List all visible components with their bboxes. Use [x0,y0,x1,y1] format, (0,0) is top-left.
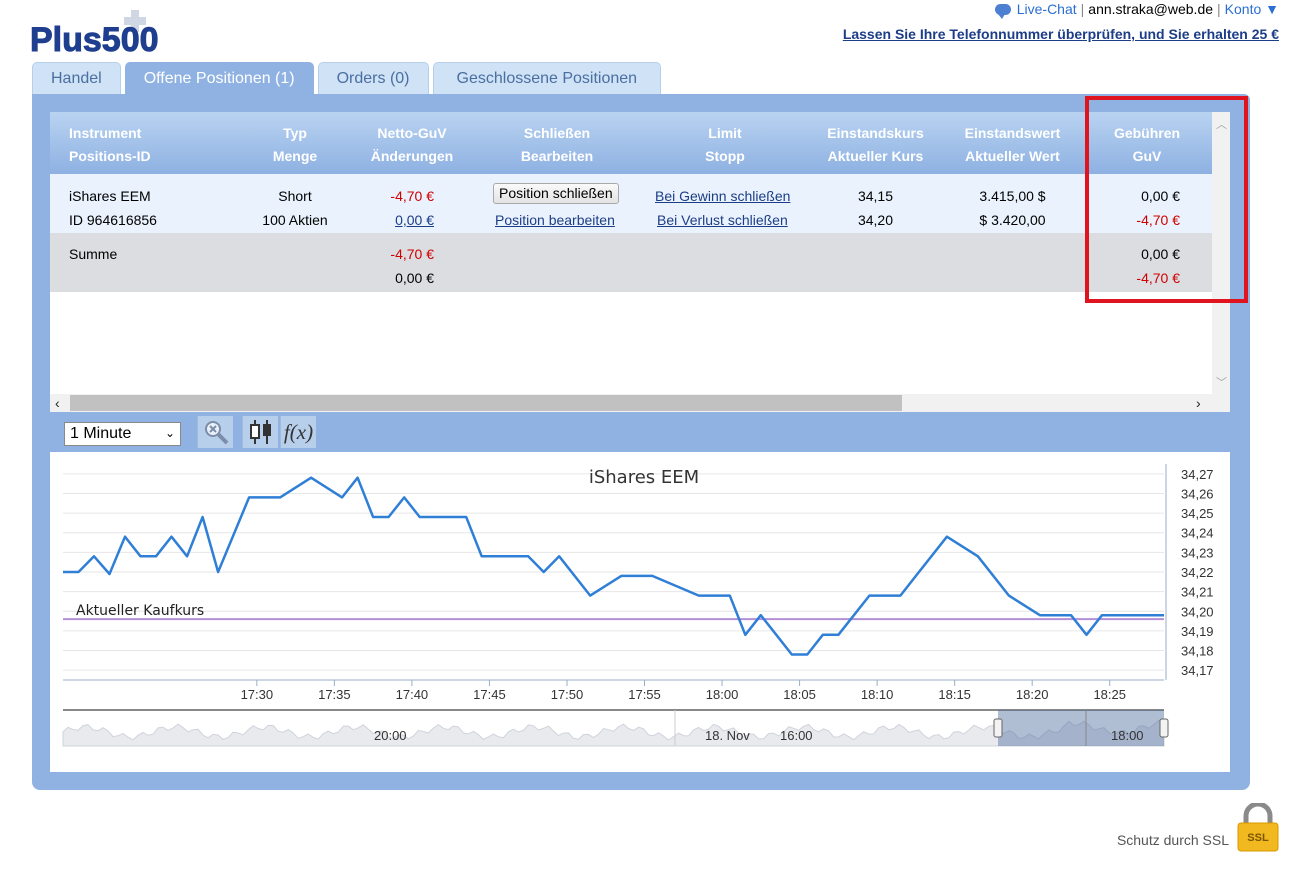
table-header: Instrument Positions-ID Typ Menge Netto-Gu… [50,112,1212,174]
user-email: ann.straka@web.de [1088,1,1214,17]
col-close[interactable]: Schließen Bearbeiten [507,122,607,168]
col-net-pl[interactable]: Netto-GuV Änderungen [362,122,462,168]
y-tick-label: 34,21 [1181,585,1214,600]
tab-closed-positions[interactable]: Geschlossene Positionen [432,62,662,95]
entry-value: 3.415,00 $ [979,188,1046,204]
y-tick-label: 34,20 [1181,604,1214,619]
navigator-label: 16:00 [780,728,813,743]
live-chat-link[interactable]: Live-Chat [1017,1,1077,17]
current-price: 34,20 [857,212,894,228]
y-tick-label: 34,26 [1181,486,1214,501]
price-line [63,476,1164,656]
scroll-down-icon[interactable]: ﹀ [1216,374,1227,390]
x-tick-label: 17:30 [241,687,274,702]
x-tick-label: 18:10 [861,687,894,702]
x-tick-label: 18:25 [1093,687,1126,702]
tab-handel[interactable]: Handel [32,62,121,95]
x-tick-label: 17:45 [473,687,506,702]
ssl-lock-icon: SSL [1237,803,1279,852]
zoom-button[interactable] [197,416,233,448]
y-tick-label: 34,25 [1181,506,1214,521]
navigator-handle [993,718,1003,738]
entry-price: 34,15 [857,188,894,204]
position-type: Short [278,188,312,204]
x-tick-label: 17:40 [396,687,429,702]
close-position-button[interactable]: Position schließen [493,183,619,204]
fees-pl-highlight [1085,96,1248,303]
plus500-logo[interactable]: Plus500 [30,10,195,56]
chart-title: iShares EEM [589,467,699,488]
chart-toolbar: 1 Minute ⌄ f(x) [50,414,1230,450]
svg-text:Plus500: Plus500 [30,21,159,56]
separator: | [1080,1,1085,17]
main-panel: Instrument Positions-ID Typ Menge Netto-Gu… [32,94,1250,790]
y-tick-label: 34,23 [1181,545,1214,560]
col-limit[interactable]: Limit Stopp [675,122,775,168]
phone-verification-promo-link[interactable]: Lassen Sie Ihre Telefonnummer überprüfen… [843,26,1279,42]
y-tick-label: 34,18 [1181,644,1214,659]
summary-net-pl: -4,70 € [390,246,434,262]
x-tick-label: 17:35 [318,687,351,702]
position-row[interactable]: iShares EEM ID 964616856 Short 100 Aktie… [50,174,1212,233]
y-tick-label: 34,24 [1181,526,1214,541]
navigator-handle [1159,718,1169,738]
chart-type-button[interactable] [242,416,278,448]
summary-label: Summe [69,246,118,262]
summary-row: Summe -4,70 € 0,00 € 0,00 € -4,70 € [50,233,1212,292]
horizontal-scroll-thumb[interactable] [70,395,902,411]
reference-line-label: Aktueller Kaufkurs [76,603,204,619]
function-icon: f(x) [283,419,314,444]
x-tick-label: 18:05 [783,687,816,702]
instrument-name: iShares EEM [69,188,151,204]
y-tick-label: 34,19 [1181,624,1214,639]
col-type[interactable]: Typ Menge [255,122,335,168]
tab-open-positions[interactable]: Offene Positionen (1) [124,62,314,95]
price-chart[interactable]: 34,27 34,26 34,25 34,24 34,23 34,22 34,21 34,20… [50,452,1230,772]
positions-table: Instrument Positions-ID Typ Menge Netto-Gu… [50,112,1230,412]
limit-take-profit-link[interactable]: Bei Gewinn schließen [655,188,790,204]
candlestick-icon [249,420,271,444]
ssl-text: Schutz durch SSL [1116,832,1229,848]
changes-link[interactable]: 0,00 € [362,212,434,228]
scroll-right-icon[interactable]: › [1196,395,1201,411]
tab-orders[interactable]: Orders (0) [317,62,429,95]
col-entry-value[interactable]: Einstandswert Aktueller Wert [955,122,1070,168]
col-instrument[interactable]: Instrument Positions-ID [69,122,151,168]
separator: | [1217,1,1221,17]
current-value: $ 3.420,00 [979,212,1046,228]
indicators-button[interactable]: f(x) [280,416,316,448]
edit-position-link[interactable]: Position bearbeiten [495,212,615,228]
navigator-label: 20:00 [374,728,407,743]
x-tick-label: 18:15 [938,687,971,702]
col-entry-price[interactable]: Einstandskurs Aktueller Kurs [818,122,933,168]
chevron-down-icon: ⌄ [164,426,175,440]
chat-icon [994,3,1011,19]
y-tick-label: 34,27 [1181,467,1214,482]
x-tick-label: 17:55 [628,687,661,702]
account-menu[interactable]: Konto ▼ [1225,1,1279,17]
y-tick-label: 34,22 [1181,565,1214,580]
summary-changes: 0,00 € [395,270,434,286]
navigator-label: 18:00 [1111,728,1144,743]
x-tick-label: 18:20 [1016,687,1049,702]
scroll-left-icon[interactable]: ‹ [55,395,60,411]
price-chart-svg: 34,27 34,26 34,25 34,24 34,23 34,22 34,21 34,20… [62,464,1214,747]
x-tick-label: 17:50 [551,687,584,702]
timeframe-select[interactable]: 1 Minute ⌄ [64,422,181,446]
horizontal-scrollbar[interactable]: ‹ › [50,394,1230,412]
svg-text:SSL: SSL [1247,832,1269,844]
zoom-icon [204,421,228,445]
tab-bar: Handel Offene Positionen (1) Orders (0) … [32,62,662,95]
position-id: ID 964616856 [69,212,157,228]
net-pl-value: -4,70 € [390,188,434,204]
y-tick-label: 34,17 [1181,663,1214,678]
position-quantity: 100 Aktien [262,212,328,228]
x-tick-label: 18:00 [706,687,739,702]
top-links: Live-Chat | ann.straka@web.de | Konto ▼ [994,1,1279,19]
navigator-label: 18. Nov [705,728,750,743]
stop-loss-link[interactable]: Bei Verlust schließen [657,212,788,228]
